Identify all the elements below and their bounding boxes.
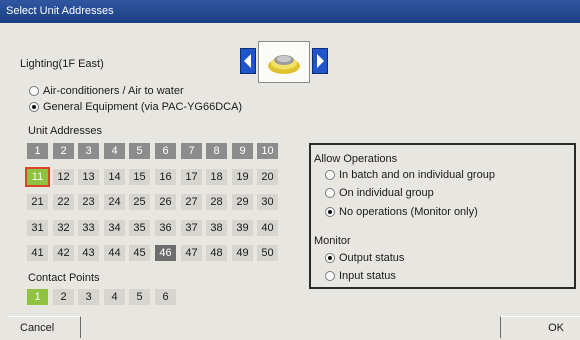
unit-address-12[interactable]: 12 xyxy=(53,169,74,185)
unit-address-46[interactable]: 46 xyxy=(155,245,176,261)
arrow-right-icon xyxy=(317,54,324,68)
unit-address-29[interactable]: 29 xyxy=(232,194,253,210)
radio-label: Input status xyxy=(339,270,396,282)
radio-button[interactable] xyxy=(29,102,39,112)
radio-button[interactable] xyxy=(325,188,335,198)
window-title: Select Unit Addresses xyxy=(6,5,114,17)
radio-batch-and-individual[interactable]: In batch and on individual group xyxy=(325,168,495,182)
radio-button[interactable] xyxy=(325,253,335,263)
unit-address-13[interactable]: 13 xyxy=(78,169,99,185)
unit-address-6[interactable]: 6 xyxy=(155,143,176,159)
unit-address-37[interactable]: 37 xyxy=(181,220,202,236)
unit-address-17[interactable]: 17 xyxy=(181,169,202,185)
unit-address-1[interactable]: 1 xyxy=(27,143,48,159)
radio-general-equipment[interactable]: General Equipment (via PAC-YG66DCA) xyxy=(29,100,242,114)
unit-address-11[interactable]: 11 xyxy=(25,167,50,187)
unit-address-28[interactable]: 28 xyxy=(206,194,227,210)
arrow-left-icon xyxy=(244,54,251,68)
unit-address-32[interactable]: 32 xyxy=(53,220,74,236)
unit-address-47[interactable]: 47 xyxy=(181,245,202,261)
unit-address-10[interactable]: 10 xyxy=(257,143,278,159)
radio-label: In batch and on individual group xyxy=(339,169,495,181)
radio-label: On individual group xyxy=(339,187,434,199)
unit-address-45[interactable]: 45 xyxy=(129,245,150,261)
monitor-label: Monitor xyxy=(314,235,351,247)
unit-address-25[interactable]: 25 xyxy=(129,194,150,210)
cancel-button[interactable]: Cancel xyxy=(8,316,81,338)
contact-point-4[interactable]: 4 xyxy=(104,289,125,305)
unit-address-33[interactable]: 33 xyxy=(78,220,99,236)
unit-address-2[interactable]: 2 xyxy=(53,143,74,159)
unit-addresses-label: Unit Addresses xyxy=(28,125,102,137)
unit-address-26[interactable]: 26 xyxy=(155,194,176,210)
previous-device-button[interactable] xyxy=(240,48,256,74)
unit-address-42[interactable]: 42 xyxy=(53,245,74,261)
unit-address-31[interactable]: 31 xyxy=(27,220,48,236)
device-icon-box xyxy=(258,41,310,83)
radio-label: Air-conditioners / Air to water xyxy=(43,85,184,97)
unit-address-34[interactable]: 34 xyxy=(104,220,125,236)
unit-address-8[interactable]: 8 xyxy=(206,143,227,159)
unit-address-9[interactable]: 9 xyxy=(232,143,253,159)
operations-panel: Allow Operations In batch and on individ… xyxy=(309,143,576,289)
unit-address-18[interactable]: 18 xyxy=(206,169,227,185)
allow-operations-label: Allow Operations xyxy=(314,153,398,165)
unit-address-43[interactable]: 43 xyxy=(78,245,99,261)
radio-button[interactable] xyxy=(325,271,335,281)
unit-address-19[interactable]: 19 xyxy=(232,169,253,185)
device-name: Lighting(1F East) xyxy=(20,58,104,70)
next-device-button[interactable] xyxy=(312,48,328,74)
unit-address-44[interactable]: 44 xyxy=(104,245,125,261)
unit-address-35[interactable]: 35 xyxy=(129,220,150,236)
contact-point-5[interactable]: 5 xyxy=(129,289,150,305)
radio-button[interactable] xyxy=(325,170,335,180)
ok-button[interactable]: OK xyxy=(500,316,580,338)
unit-address-49[interactable]: 49 xyxy=(232,245,253,261)
unit-address-5[interactable]: 5 xyxy=(129,143,150,159)
unit-address-30[interactable]: 30 xyxy=(257,194,278,210)
radio-button[interactable] xyxy=(325,207,335,217)
unit-address-27[interactable]: 27 xyxy=(181,194,202,210)
unit-address-7[interactable]: 7 xyxy=(181,143,202,159)
unit-address-15[interactable]: 15 xyxy=(129,169,150,185)
radio-input-status[interactable]: Input status xyxy=(325,269,396,283)
unit-address-14[interactable]: 14 xyxy=(104,169,125,185)
unit-address-50[interactable]: 50 xyxy=(257,245,278,261)
unit-address-4[interactable]: 4 xyxy=(104,143,125,159)
window-titlebar: Select Unit Addresses xyxy=(0,0,580,23)
unit-address-48[interactable]: 48 xyxy=(206,245,227,261)
contact-point-2[interactable]: 2 xyxy=(53,289,74,305)
unit-address-21[interactable]: 21 xyxy=(27,194,48,210)
unit-address-40[interactable]: 40 xyxy=(257,220,278,236)
contact-points-label: Contact Points xyxy=(28,272,100,284)
unit-address-22[interactable]: 22 xyxy=(53,194,74,210)
radio-no-operations[interactable]: No operations (Monitor only) xyxy=(325,205,478,219)
contact-point-1[interactable]: 1 xyxy=(27,289,48,305)
unit-address-38[interactable]: 38 xyxy=(206,220,227,236)
radio-label: Output status xyxy=(339,252,405,264)
radio-output-status[interactable]: Output status xyxy=(325,251,404,265)
radio-label: General Equipment (via PAC-YG66DCA) xyxy=(43,101,243,113)
unit-address-3[interactable]: 3 xyxy=(78,143,99,159)
radio-label: No operations (Monitor only) xyxy=(339,206,478,218)
unit-address-41[interactable]: 41 xyxy=(27,245,48,261)
unit-address-16[interactable]: 16 xyxy=(155,169,176,185)
unit-address-39[interactable]: 39 xyxy=(232,220,253,236)
unit-address-24[interactable]: 24 xyxy=(104,194,125,210)
contact-point-6[interactable]: 6 xyxy=(155,289,176,305)
unit-address-20[interactable]: 20 xyxy=(257,169,278,185)
radio-individual-group[interactable]: On individual group xyxy=(325,186,434,200)
contact-point-3[interactable]: 3 xyxy=(78,289,99,305)
unit-address-23[interactable]: 23 xyxy=(78,194,99,210)
radio-button[interactable] xyxy=(29,86,39,96)
radio-air-conditioners[interactable]: Air-conditioners / Air to water xyxy=(29,84,184,98)
unit-address-36[interactable]: 36 xyxy=(155,220,176,236)
lamp-icon xyxy=(268,55,300,74)
